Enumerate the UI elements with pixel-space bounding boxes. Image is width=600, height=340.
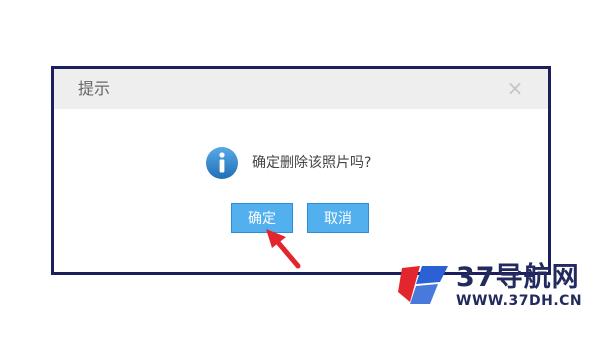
watermark-title: 37导航网 [456, 262, 580, 293]
dialog-message: 确定删除该照片吗? [252, 155, 372, 171]
screenshot-stage: 提示 × 确定删除该照片吗? 确定 取消 37导航网 WWW.37DH.CN [0, 0, 600, 340]
watermark-logo-icon [398, 266, 448, 304]
cancel-button[interactable]: 取消 [307, 203, 369, 233]
site-watermark: 37导航网 WWW.37DH.CN [396, 262, 600, 318]
info-icon [206, 147, 238, 179]
dialog-title: 提示 [78, 79, 111, 98]
close-icon[interactable]: × [506, 78, 524, 98]
watermark-url: WWW.37DH.CN [456, 293, 583, 309]
red-arrow-icon [266, 229, 301, 269]
dialog-header: 提示 × [54, 69, 548, 109]
